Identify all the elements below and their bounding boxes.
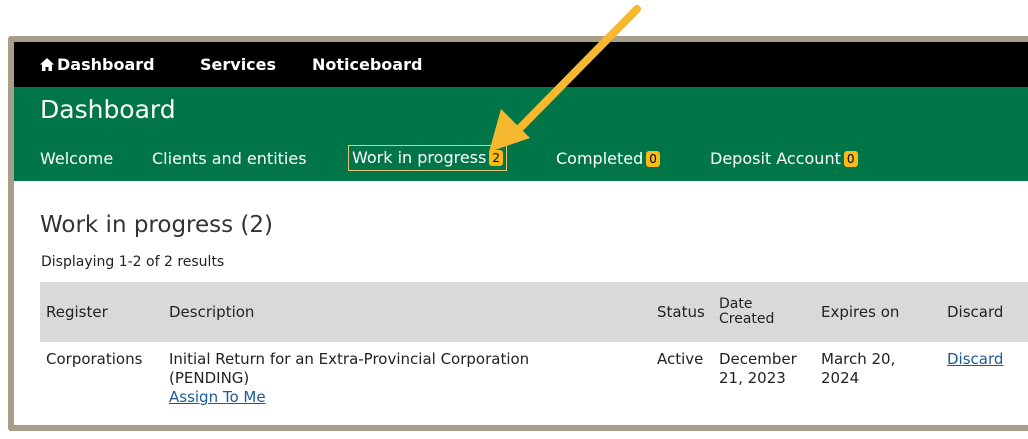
results-count: Displaying 1-2 of 2 results xyxy=(41,254,225,270)
cell-description: Initial Return for an Extra-Provincial C… xyxy=(163,342,651,407)
description-text: Initial Return for an Extra-Provincial C… xyxy=(169,350,530,387)
nav-dashboard[interactable]: Dashboard xyxy=(40,55,155,74)
tab-clients-label: Clients and entities xyxy=(152,149,307,168)
cell-status: Active xyxy=(657,350,704,368)
top-nav-bar: Dashboard Services Noticeboard xyxy=(14,42,1028,87)
column-header-discard: Discard xyxy=(941,282,1028,342)
completed-count-badge: 0 xyxy=(646,151,660,167)
nav-services[interactable]: Services xyxy=(200,55,276,74)
cell-discard: Discard xyxy=(941,342,1028,407)
column-header-status: Status xyxy=(651,282,713,342)
discard-link[interactable]: Discard xyxy=(947,350,1003,368)
wip-count-badge: 2 xyxy=(489,150,503,166)
tab-completed-label: Completed xyxy=(556,149,644,168)
tab-deposit-label: Deposit Account xyxy=(710,149,841,168)
browser-frame: Dashboard Services Noticeboard Dashboard… xyxy=(8,36,1028,431)
column-header-register: Register xyxy=(40,282,163,342)
tab-welcome-label: Welcome xyxy=(40,149,114,168)
cell-register: Corporations xyxy=(46,350,143,368)
tab-welcome[interactable]: Welcome xyxy=(40,149,113,168)
nav-noticeboard[interactable]: Noticeboard xyxy=(312,55,422,74)
date-created-value: December 21, 2023 xyxy=(719,350,797,387)
page-title: Work in progress (2) xyxy=(40,212,274,238)
expires-on-value: March 20, 2024 xyxy=(821,350,896,387)
cell-expires-on: March 20, 2024 xyxy=(815,342,941,407)
dashboard-title: Dashboard xyxy=(40,95,176,124)
tab-clients-and-entities[interactable]: Clients and entities xyxy=(152,149,307,168)
tab-completed[interactable]: Completed 0 xyxy=(556,149,660,168)
tab-work-in-progress[interactable]: Work in progress 2 xyxy=(348,145,507,171)
table-header-row: Register Description Status Date Created… xyxy=(40,282,1028,342)
date-created-label: Date Created xyxy=(719,296,775,327)
assign-to-me-link[interactable]: Assign To Me xyxy=(169,388,266,406)
cell-date-created: December 21, 2023 xyxy=(713,342,815,407)
table-row: Corporations Initial Return for an Extra… xyxy=(40,342,1028,407)
tab-deposit-account[interactable]: Deposit Account 0 xyxy=(710,149,858,168)
deposit-count-badge: 0 xyxy=(843,151,858,167)
column-header-expires-on: Expires on xyxy=(815,282,941,342)
column-header-description: Description xyxy=(163,282,651,342)
nav-dashboard-label: Dashboard xyxy=(57,55,155,74)
dashboard-header: Dashboard Welcome Clients and entities W… xyxy=(14,87,1028,181)
work-in-progress-table: Register Description Status Date Created… xyxy=(40,282,1028,407)
tab-wip-label: Work in progress xyxy=(352,148,487,167)
column-header-date-created: Date Created xyxy=(713,282,815,342)
home-icon xyxy=(40,58,54,71)
